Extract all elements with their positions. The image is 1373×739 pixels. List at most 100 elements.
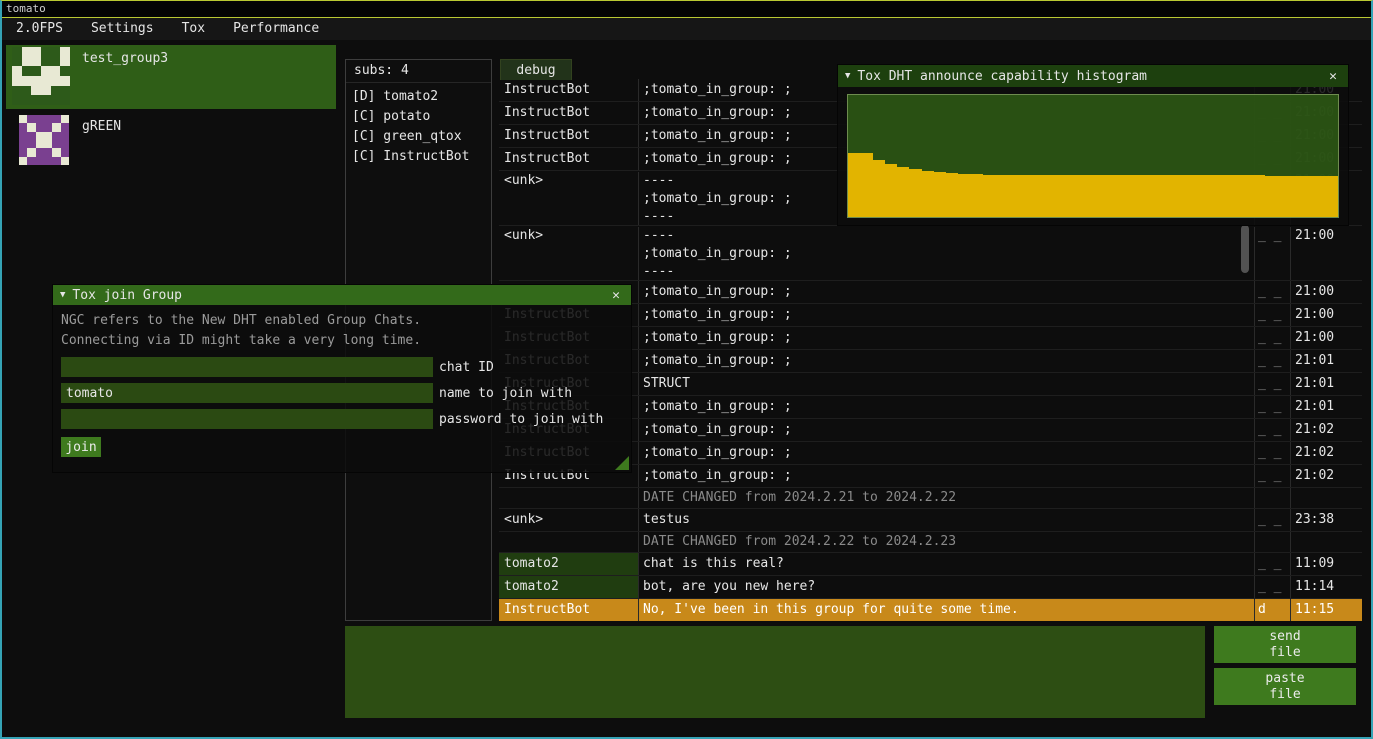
- join-field-label: name to join with: [439, 386, 572, 401]
- sender-name: InstructBot: [499, 79, 639, 101]
- histogram-bar: [1032, 175, 1044, 217]
- contact-item-test_group3[interactable]: test_group3: [6, 45, 336, 109]
- join-input-password[interactable]: [61, 409, 433, 429]
- histogram-bar: [934, 172, 946, 217]
- message-text: ;tomato_in_group: ;: [639, 442, 1255, 464]
- message-text: ;tomato_in_group: ;: [639, 465, 1255, 487]
- contact-name: gREEN: [82, 119, 121, 134]
- histogram-bar: [983, 175, 995, 217]
- subs-list-item[interactable]: [C] InstructBot: [346, 147, 491, 167]
- contact-item-gREEN[interactable]: gREEN: [6, 113, 336, 177]
- gREEN-avatar-icon: [19, 115, 69, 165]
- menu-item-settings[interactable]: Settings: [77, 18, 168, 40]
- join-field-row: name to join with: [61, 383, 623, 403]
- histogram-bar: [922, 171, 934, 217]
- join-field-label: password to join with: [439, 412, 603, 427]
- join-field-row: chat ID: [61, 357, 623, 377]
- chat-scrollbar-thumb[interactable]: [1241, 225, 1249, 273]
- subs-list-item[interactable]: [C] green_qtox: [346, 127, 491, 147]
- collapse-arrow-icon[interactable]: ▼: [60, 290, 65, 300]
- message-time: 21:01: [1291, 373, 1362, 395]
- message-input[interactable]: [345, 626, 1205, 718]
- histogram-bar: [1252, 175, 1264, 217]
- close-icon[interactable]: ✕: [608, 288, 624, 303]
- histogram-bar: [1265, 176, 1277, 217]
- paste-file-button[interactable]: paste file: [1214, 668, 1356, 705]
- histogram-bar: [897, 167, 909, 217]
- histogram-bar: [848, 153, 860, 217]
- histogram-bar: [995, 175, 1007, 217]
- subs-list: [D] tomato2[C] potato[C] green_qtox[C] I…: [346, 87, 491, 167]
- send-file-button[interactable]: send file: [1214, 626, 1356, 663]
- message-time: 11:15: [1291, 599, 1362, 621]
- menu-item-tox[interactable]: Tox: [168, 18, 219, 40]
- histogram-bar: [873, 160, 885, 217]
- histogram-window: ▼ Tox DHT announce capability histogram …: [837, 64, 1349, 226]
- join-group-window: ▼ Tox join Group ✕ NGC refers to the New…: [52, 284, 632, 473]
- message-row[interactable]: tomato2chat is this real?_ _11:09: [499, 553, 1362, 576]
- message-flags: _ _: [1255, 396, 1291, 418]
- histogram-bar: [1142, 175, 1154, 217]
- histogram-bar: [1191, 175, 1203, 217]
- histogram-bar: [860, 153, 872, 217]
- join-input-name[interactable]: [61, 383, 433, 403]
- histogram-bar: [1228, 175, 1240, 217]
- join-group-titlebar[interactable]: ▼ Tox join Group ✕: [53, 285, 631, 305]
- message-time: 23:38: [1291, 509, 1362, 531]
- message-flags: _ _: [1255, 442, 1291, 464]
- histogram-bar: [1081, 175, 1093, 217]
- message-row[interactable]: tomato2bot, are you new here?_ _11:14: [499, 576, 1362, 599]
- sender-name: <unk>: [499, 509, 639, 531]
- message-text: ;tomato_in_group: ;: [639, 327, 1255, 349]
- histogram-bar: [1277, 176, 1289, 217]
- window-title: tomato: [6, 2, 46, 15]
- message-row[interactable]: InstructBotNo, I've been in this group f…: [499, 599, 1362, 621]
- histogram-titlebar[interactable]: ▼ Tox DHT announce capability histogram …: [838, 65, 1348, 87]
- contact-name: test_group3: [82, 51, 168, 66]
- join-info-line-1: NGC refers to the New DHT enabled Group …: [61, 311, 623, 331]
- histogram-bar: [1020, 175, 1032, 217]
- date-changed-text: DATE CHANGED from 2024.2.22 to 2024.2.23: [639, 532, 1255, 552]
- message-flags: _ _: [1255, 465, 1291, 487]
- tab-debug[interactable]: debug: [500, 59, 572, 80]
- histogram-bar: [1289, 176, 1301, 217]
- message-time: 21:00: [1291, 327, 1362, 349]
- sender-name: InstructBot: [499, 125, 639, 147]
- join-fields: chat ID name to join with password to join…: [53, 357, 631, 429]
- message-flags: _ _: [1255, 281, 1291, 303]
- window-titlebar[interactable]: tomato: [2, 1, 1371, 18]
- message-text: ;tomato_in_group: ;: [639, 396, 1255, 418]
- sender-name: InstructBot: [499, 102, 639, 124]
- date-changed-row: DATE CHANGED from 2024.2.21 to 2024.2.22: [499, 488, 1362, 509]
- menu-item-performance[interactable]: Performance: [219, 18, 333, 40]
- collapse-arrow-icon[interactable]: ▼: [845, 71, 850, 81]
- message-row[interactable]: <unk>----;tomato_in_group: ;----_ _21:00: [499, 226, 1362, 281]
- subs-list-item[interactable]: [C] potato: [346, 107, 491, 127]
- message-text: STRUCT: [639, 373, 1255, 395]
- message-time: 11:14: [1291, 576, 1362, 598]
- subs-list-item[interactable]: [D] tomato2: [346, 87, 491, 107]
- histogram-bar: [1093, 175, 1105, 217]
- resize-grip[interactable]: [615, 456, 629, 470]
- histogram-bar: [1203, 175, 1215, 217]
- histogram-bar: [1240, 175, 1252, 217]
- message-row[interactable]: <unk>testus_ _23:38: [499, 509, 1362, 532]
- join-input-chat-id[interactable]: [61, 357, 433, 377]
- message-flags: _ _: [1255, 327, 1291, 349]
- message-time: 21:00: [1291, 304, 1362, 326]
- test_group3-avatar-icon: [12, 47, 70, 105]
- message-flags: _ _: [1255, 576, 1291, 598]
- join-field-row: password to join with: [61, 409, 623, 429]
- message-flags: _ _: [1255, 509, 1291, 531]
- menubar: 2.0FPSSettingsToxPerformance: [2, 18, 1371, 40]
- join-info-text: NGC refers to the New DHT enabled Group …: [53, 305, 631, 351]
- message-text: ;tomato_in_group: ;: [639, 350, 1255, 372]
- message-text: ;tomato_in_group: ;: [639, 419, 1255, 441]
- close-icon[interactable]: ✕: [1325, 69, 1341, 84]
- histogram-bar: [1007, 175, 1019, 217]
- message-text: ;tomato_in_group: ;: [639, 304, 1255, 326]
- join-button[interactable]: join: [61, 437, 101, 457]
- histogram-plot[interactable]: [847, 94, 1339, 218]
- histogram-bar: [946, 173, 958, 217]
- message-time: 21:02: [1291, 419, 1362, 441]
